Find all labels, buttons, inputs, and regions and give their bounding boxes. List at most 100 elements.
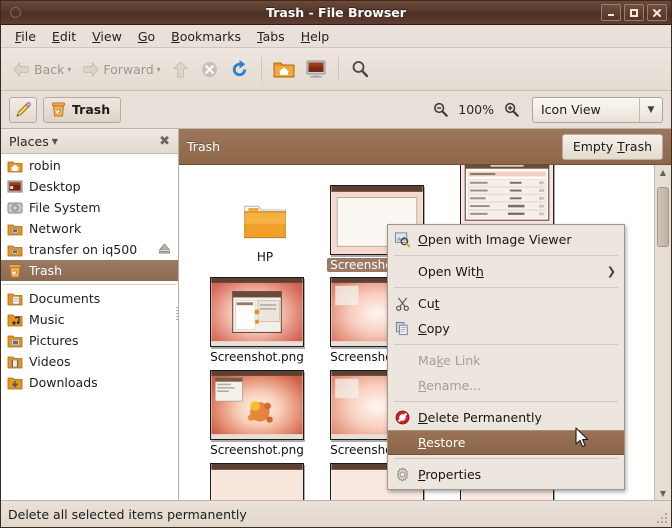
sidebar-item-desktop[interactable]: Desktop	[1, 176, 178, 197]
sidebar-item-label: Network	[29, 221, 82, 236]
up-button[interactable]	[166, 56, 195, 83]
delete-forbidden-icon	[395, 410, 410, 425]
file-item-screenshot-2[interactable]: Screenshot.png	[207, 370, 307, 460]
back-button[interactable]: Back ▾	[7, 56, 76, 83]
sidebar-item-file-system[interactable]: File System	[1, 197, 178, 218]
view-mode-select[interactable]: Icon View ▼	[532, 96, 663, 123]
menu-item-properties[interactable]: Properties	[388, 462, 624, 487]
zoom-in-icon[interactable]	[503, 101, 520, 118]
forward-arrow-icon	[83, 61, 100, 77]
minimize-button[interactable]	[601, 4, 621, 21]
places-header: Places ▼ ✖	[1, 129, 178, 154]
home-button[interactable]	[268, 55, 300, 83]
sidebar-item-music[interactable]: Music	[1, 309, 178, 330]
menu-separator	[394, 458, 618, 459]
sidebar-item-documents[interactable]: Documents	[1, 288, 178, 309]
scrollbar-thumb[interactable]	[657, 187, 669, 247]
toolbar-separator-1	[260, 57, 262, 81]
title-bar[interactable]: Trash - File Browser	[1, 1, 671, 25]
view-mode-label: Icon View	[541, 102, 601, 117]
forward-button[interactable]: Forward ▾	[76, 56, 165, 83]
sidebar-item-pictures[interactable]: Pictures	[1, 330, 178, 351]
menu-file[interactable]: File	[7, 26, 44, 47]
path-label: Trash	[72, 102, 111, 117]
maximize-button[interactable]	[624, 4, 644, 21]
close-sidebar-icon[interactable]: ✖	[159, 134, 170, 149]
back-label: Back	[34, 61, 65, 77]
toggle-location-entry-button[interactable]	[9, 96, 37, 123]
close-button[interactable]	[647, 4, 667, 21]
file-item-hp-folder[interactable]: HP	[215, 185, 315, 267]
scroll-down-icon[interactable]: ▼	[655, 486, 671, 501]
chevron-down-icon[interactable]: ▼	[640, 105, 662, 115]
menu-tabs[interactable]: Tabs	[249, 26, 293, 47]
menu-item-delete-permanently[interactable]: Delete Permanently	[388, 405, 624, 430]
menu-item-cut[interactable]: Cut	[388, 291, 624, 316]
file-name-label: HP	[256, 250, 274, 264]
computer-button[interactable]	[300, 55, 332, 83]
sidebar-item-label: transfer on iq500	[29, 242, 138, 257]
menu-item-copy[interactable]: Copy	[388, 316, 624, 341]
reload-icon	[232, 59, 246, 76]
search-icon	[352, 61, 368, 78]
menu-item-open-with[interactable]: Open With ❯	[388, 259, 624, 284]
trash-icon	[51, 102, 66, 117]
zoom-level-label: 100%	[458, 102, 494, 117]
sidebar-item-downloads[interactable]: Downloads	[1, 372, 178, 393]
empty-trash-button[interactable]: Empty Trash	[561, 133, 663, 160]
sidebar-item-trash[interactable]: Trash	[1, 260, 178, 281]
stop-button[interactable]	[195, 56, 224, 83]
forward-label: Forward	[103, 61, 154, 77]
forward-dropdown-icon[interactable]: ▾	[157, 65, 161, 74]
sidebar-item-robin[interactable]: robin	[1, 155, 178, 176]
places-list: robin Desktop File System Network transf…	[1, 154, 178, 501]
menu-item-rename: Rename...	[388, 373, 624, 398]
menu-view[interactable]: View	[84, 26, 130, 47]
back-dropdown-icon[interactable]: ▾	[67, 65, 71, 74]
menu-item-make-link: Make Link	[388, 348, 624, 373]
reload-button[interactable]	[224, 55, 255, 84]
status-bar: Delete all selected items permanently	[1, 500, 671, 527]
folder-icon	[244, 205, 286, 239]
scroll-up-icon[interactable]: ▲	[655, 165, 671, 180]
videos-folder-icon	[7, 356, 23, 368]
location-bar: Trash 100% Icon View ▼	[1, 91, 671, 129]
vertical-scrollbar[interactable]: ▲ ▼	[654, 165, 671, 501]
trash-info-bar: Trash Empty Trash	[179, 129, 671, 165]
menu-help[interactable]: Help	[293, 26, 338, 47]
menu-edit[interactable]: Edit	[44, 26, 84, 47]
menu-bookmarks[interactable]: Bookmarks	[163, 26, 249, 47]
file-item-screenshot-8[interactable]	[207, 463, 307, 501]
menu-item-label: Cut	[418, 296, 440, 311]
sidebar-item-videos[interactable]: Videos	[1, 351, 178, 372]
resize-grip[interactable]	[656, 512, 668, 524]
menu-item-open-with-image-viewer[interactable]: Open with Image Viewer	[388, 227, 624, 252]
file-name-label: Screenshot.png	[210, 350, 304, 364]
gear-icon	[396, 467, 409, 482]
zoom-out-icon[interactable]	[432, 101, 449, 118]
sidebar-item-label: robin	[29, 158, 61, 173]
eject-icon[interactable]	[157, 241, 172, 259]
sidebar-item-transfer-on-iq500[interactable]: transfer on iq500	[1, 239, 178, 260]
sidebar-item-label: Downloads	[29, 375, 98, 390]
path-button-trash[interactable]: Trash	[43, 96, 122, 123]
context-menu: Open with Image Viewer Open With ❯ Cut C…	[387, 224, 625, 490]
sidebar-item-network[interactable]: Network	[1, 218, 178, 239]
documents-folder-icon	[7, 293, 23, 305]
search-button[interactable]	[345, 55, 375, 83]
menu-separator	[394, 255, 618, 256]
menu-separator	[394, 287, 618, 288]
menu-item-label: Copy	[418, 321, 450, 336]
menu-item-restore[interactable]: Restore	[388, 430, 624, 455]
menu-item-label: Properties	[418, 467, 482, 482]
screenshot-thumbnail	[210, 370, 304, 440]
menu-item-label: Restore	[418, 435, 466, 450]
window-controls	[601, 4, 667, 21]
scissors-icon	[396, 297, 409, 311]
file-item-screenshot-1[interactable]: Screenshot.png	[207, 277, 307, 367]
menu-go[interactable]: Go	[130, 26, 163, 47]
window-menu-icon[interactable]	[10, 7, 21, 18]
chevron-down-icon[interactable]: ▼	[52, 137, 58, 146]
back-arrow-icon	[13, 61, 29, 77]
image-viewer-icon	[394, 232, 411, 248]
